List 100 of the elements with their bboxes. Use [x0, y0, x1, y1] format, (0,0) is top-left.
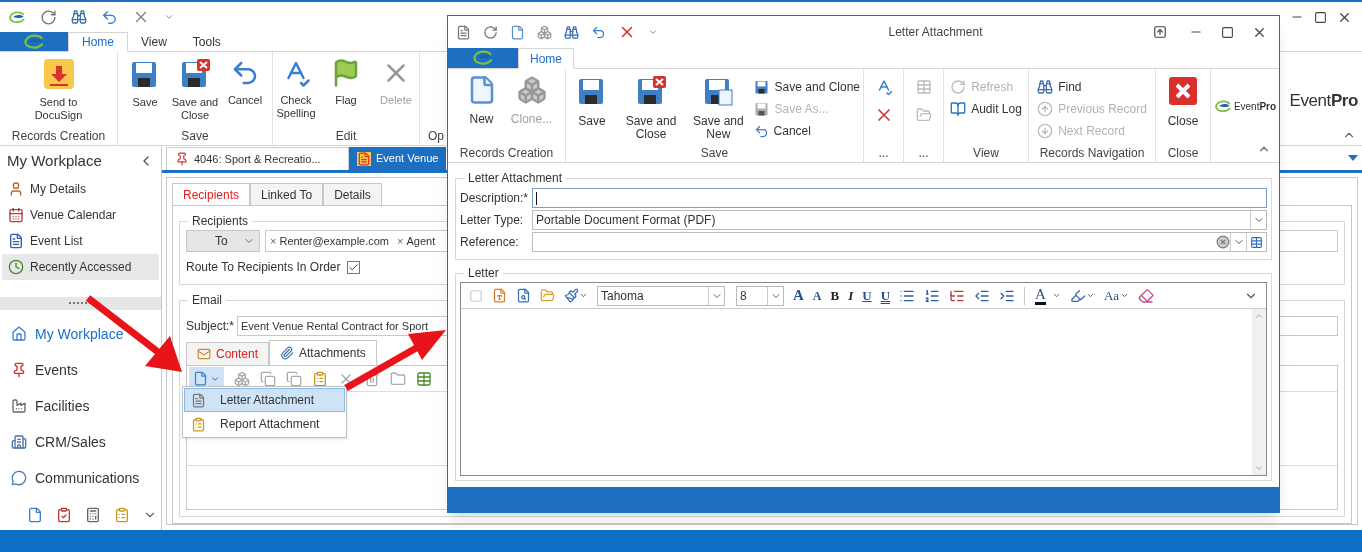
to-dropdown[interactable]: To [186, 230, 260, 252]
sidebar-item[interactable]: Venue Calendar [2, 202, 159, 228]
ribbon-tab[interactable]: Tools [179, 32, 234, 51]
font-color-button[interactable]: A [1024, 286, 1061, 305]
logo: EventPro [1289, 90, 1358, 112]
toolbar-button[interactable] [27, 507, 43, 523]
group-title: Recipients [191, 213, 250, 230]
remove-token-button[interactable]: × [270, 232, 277, 250]
menu-item[interactable]: Letter Attachment [184, 388, 345, 412]
content-tab[interactable]: Attachments [269, 340, 377, 366]
scrollbar[interactable] [1252, 309, 1266, 475]
customize-icon [648, 27, 658, 37]
field-label: Reference: [460, 234, 520, 251]
remove-token-button[interactable]: × [397, 232, 404, 250]
menu-item[interactable]: Report Attachment [184, 412, 345, 436]
app-menu-button[interactable] [0, 32, 68, 51]
ribbon-button[interactable]: Flag [321, 58, 371, 127]
grow-font-button[interactable]: A [793, 288, 804, 303]
ribbon-button[interactable]: Cancel [220, 58, 270, 127]
style-icon [564, 288, 579, 303]
group-label: Save [699, 145, 730, 162]
ribbon-button[interactable]: Find [1037, 77, 1082, 97]
nav-item[interactable]: Facilities [0, 388, 161, 424]
customize-icon [164, 12, 174, 22]
nav-item[interactable]: Events [0, 352, 161, 388]
group-label: ... [917, 145, 930, 162]
toolbar-button[interactable] [56, 507, 72, 523]
ribbon-button[interactable]: Send to DocuSign [22, 58, 95, 127]
nav-item[interactable]: Communications [0, 460, 161, 496]
nav-item[interactable]: CRM/Sales [0, 424, 161, 460]
toolbar-button[interactable] [1069, 287, 1095, 304]
field-label: Description:* [460, 190, 530, 207]
ribbon-tab[interactable]: Home [518, 48, 574, 69]
field-label: Subject:* [186, 318, 234, 335]
ribbon-button[interactable]: Cancel [753, 121, 811, 141]
group-label: Edit [334, 128, 358, 145]
ribbon-button[interactable]: Check Spelling [271, 58, 321, 127]
app-menu-button[interactable] [448, 48, 518, 68]
maximize-button[interactable] [1221, 25, 1234, 39]
group-label: View [972, 145, 1000, 162]
toolbar-button[interactable] [564, 288, 588, 303]
folder-icon [390, 370, 406, 387]
nav-item[interactable]: My Workplace [0, 316, 161, 352]
font-dropdown[interactable]: Tahoma [597, 285, 725, 306]
ribbon-button[interactable]: Close [1160, 75, 1206, 144]
input-field[interactable] [532, 188, 1267, 208]
speech-bubble-icon [11, 470, 27, 486]
ribbon-tab[interactable]: Home [68, 32, 128, 52]
record-tab[interactable]: Linked To [250, 183, 324, 206]
recipient-token[interactable]: Renter@example.com [279, 232, 390, 250]
ribbon-tab[interactable]: View [128, 32, 180, 51]
document-tab[interactable]: Event Venue [349, 147, 447, 170]
content-tab[interactable]: Content [186, 342, 270, 366]
sidebar-item[interactable]: Event List [2, 228, 159, 254]
size-dropdown[interactable]: 8 [736, 285, 784, 306]
sidebar-item[interactable]: Recently Accessed [2, 254, 159, 280]
toolbar-button[interactable] [1138, 287, 1155, 304]
underline-button[interactable]: U [862, 289, 872, 302]
italic-button[interactable]: I [848, 289, 854, 302]
bold-button[interactable]: B [830, 289, 840, 302]
dropdown-icon[interactable] [1348, 155, 1358, 161]
calculator-icon [85, 507, 101, 523]
change-case-button[interactable]: Aa [1103, 289, 1130, 302]
pin-button[interactable] [1153, 25, 1167, 39]
copy-icon [286, 370, 302, 387]
cubes-icon [537, 24, 552, 40]
record-tab[interactable]: Details [323, 183, 382, 206]
toolbar-button[interactable] [492, 288, 507, 303]
clipboard-icon [191, 416, 206, 432]
ribbon-button[interactable]: Save [120, 58, 170, 127]
checkbox[interactable] [346, 260, 360, 274]
splitter[interactable] [0, 297, 161, 310]
folder-icon [540, 288, 555, 303]
toolbar-button[interactable] [516, 288, 531, 303]
lookup-field[interactable] [532, 232, 1267, 252]
toolbar-button[interactable] [85, 507, 101, 523]
clipboard-icon [56, 507, 72, 523]
paperclip-icon [280, 346, 295, 360]
redo-icon [40, 8, 57, 26]
double-underline-button[interactable]: U [880, 289, 891, 302]
recipient-token[interactable]: Agent [406, 232, 436, 250]
ribbon-button[interactable]: Save and Clone [753, 77, 860, 97]
calendar-icon [8, 207, 24, 223]
dropdown-field[interactable]: Portable Document Format (PDF) [532, 210, 1267, 230]
document-tab[interactable]: 4046: Sport & Recreatio... [166, 147, 349, 170]
ribbon-button[interactable]: Audit Log [950, 99, 1022, 119]
toolbar-button[interactable] [924, 287, 941, 304]
ribbon-button[interactable]: Save and Close [619, 75, 684, 144]
ribbon-button[interactable]: Save [569, 75, 615, 144]
record-tab[interactable]: Recipients [172, 183, 251, 206]
book-icon [950, 101, 967, 117]
sidebar-item[interactable]: My Details [2, 176, 159, 202]
ribbon-button[interactable]: Save and Close [170, 58, 220, 127]
caret-icon [1120, 291, 1130, 300]
arrow-down-icon [1254, 463, 1264, 473]
ribbon-button[interactable]: Save and New [687, 75, 750, 144]
ribbon-button[interactable]: New [458, 75, 505, 144]
maximize-button[interactable] [1314, 10, 1327, 24]
editor[interactable]: Tahoma 8 A A B I U U A Aa [460, 282, 1267, 476]
shrink-font-button[interactable]: A [812, 289, 822, 302]
